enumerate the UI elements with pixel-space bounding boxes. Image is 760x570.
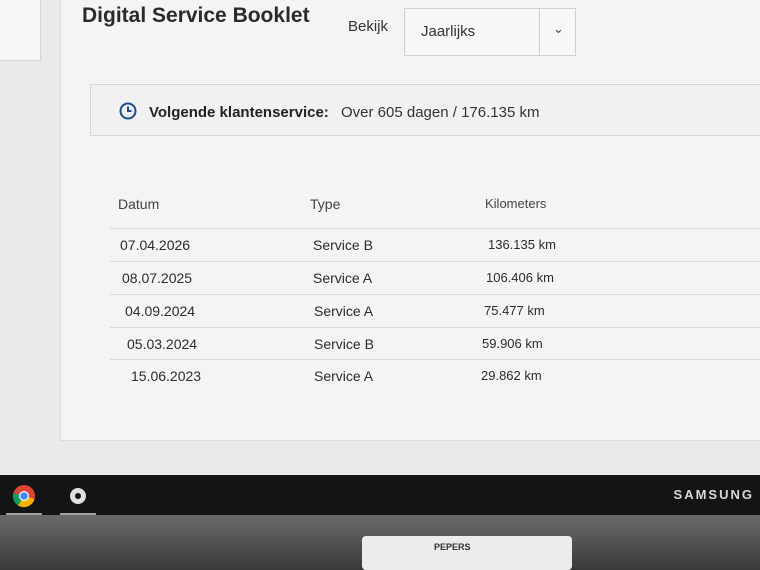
clock-icon (119, 102, 137, 120)
next-service-banner: Volgende klantenservice: Over 605 dagen … (90, 84, 760, 136)
desk-sticker: PEPERS (362, 536, 572, 570)
row-date: 04.09.2024 (125, 303, 196, 319)
taskbar (0, 475, 760, 515)
row-type: Service B (314, 336, 374, 352)
page-title: Digital Service Booklet (82, 4, 310, 27)
row-date: 15.06.2023 (131, 368, 202, 384)
table-row: 08.07.2025 Service A 106.406 km (110, 261, 760, 294)
sticker-text: PEPERS (434, 542, 471, 552)
left-panel (0, 0, 41, 61)
select-divider (539, 9, 540, 55)
view-select[interactable]: Jaarlijks ⌄ (404, 8, 576, 56)
row-date: 05.03.2024 (127, 336, 198, 352)
column-header-type: Type (310, 196, 341, 212)
column-header-date: Datum (118, 196, 160, 212)
view-select-value: Jaarlijks (421, 23, 476, 40)
next-service-label: Volgende klantenservice: (149, 104, 329, 121)
row-km: 29.862 km (481, 368, 542, 383)
table-row: 04.09.2024 Service A 75.477 km (110, 294, 760, 327)
table-row: 15.06.2023 Service A 29.862 km (110, 359, 760, 392)
next-service-value: Over 605 dagen / 176.135 km (341, 104, 540, 121)
monitor-screen: Digital Service Booklet Bekijk Jaarlijks… (0, 0, 760, 475)
row-type: Service A (314, 368, 374, 384)
row-km: 136.135 km (488, 237, 556, 252)
row-type: Service A (314, 303, 374, 319)
table-row: 05.03.2024 Service B 59.906 km (110, 327, 760, 360)
row-date: 08.07.2025 (122, 270, 193, 286)
taskbar-app-button[interactable] (60, 479, 96, 515)
chevron-down-icon[interactable]: ⌄ (553, 21, 564, 37)
view-label: Bekijk (348, 18, 389, 35)
table-row: 07.04.2026 Service B 136.135 km (110, 228, 760, 261)
monitor-brand: SAMSUNG (673, 487, 754, 502)
row-date: 07.04.2026 (120, 237, 191, 253)
row-type: Service B (313, 237, 373, 253)
taskbar-chrome-button[interactable] (6, 479, 42, 515)
chrome-icon (12, 485, 35, 508)
row-km: 75.477 km (484, 303, 545, 318)
row-km: 59.906 km (482, 336, 543, 351)
settings-icon (70, 488, 86, 504)
column-header-km: Kilometers (485, 196, 547, 211)
row-type: Service A (313, 270, 373, 286)
row-km: 106.406 km (486, 270, 554, 285)
